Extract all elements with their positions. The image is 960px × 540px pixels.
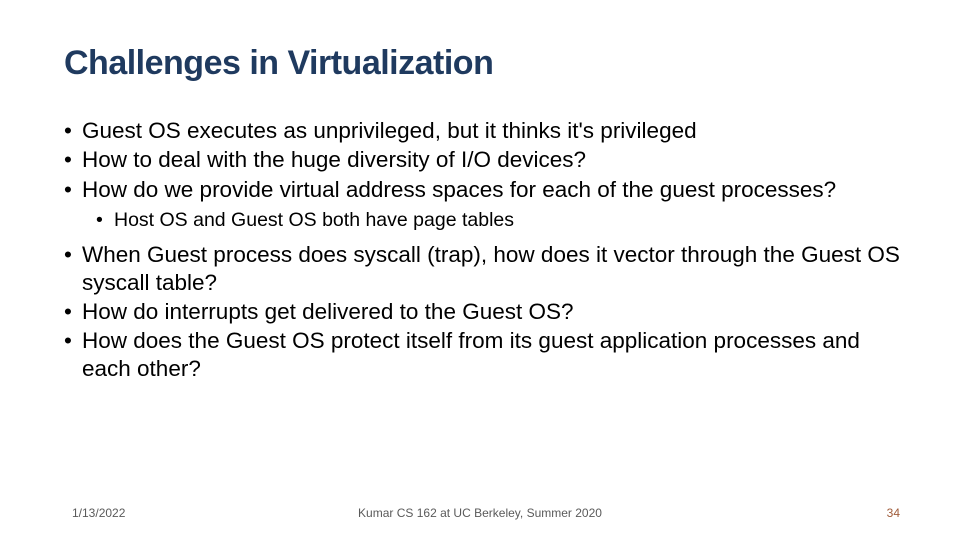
bullet-item: Guest OS executes as unprivileged, but i… xyxy=(64,117,900,144)
bullet-item: When Guest process does syscall (trap), … xyxy=(64,241,900,296)
slide-footer: 1/13/2022 Kumar CS 162 at UC Berkeley, S… xyxy=(0,506,960,520)
bullet-item: How do interrupts get delivered to the G… xyxy=(64,298,900,325)
bullet-item: How does the Guest OS protect itself fro… xyxy=(64,327,900,382)
bullet-item: How to deal with the huge diversity of I… xyxy=(64,146,900,173)
slide: Challenges in Virtualization Guest OS ex… xyxy=(0,0,960,540)
bullet-list: Guest OS executes as unprivileged, but i… xyxy=(64,117,900,382)
bullet-item: How do we provide virtual address spaces… xyxy=(64,176,900,203)
sub-bullet-item: Host OS and Guest OS both have page tabl… xyxy=(96,209,900,233)
footer-center: Kumar CS 162 at UC Berkeley, Summer 2020 xyxy=(358,506,602,520)
slide-title: Challenges in Virtualization xyxy=(64,44,900,83)
footer-date: 1/13/2022 xyxy=(72,506,125,520)
footer-page-number: 34 xyxy=(887,506,900,520)
